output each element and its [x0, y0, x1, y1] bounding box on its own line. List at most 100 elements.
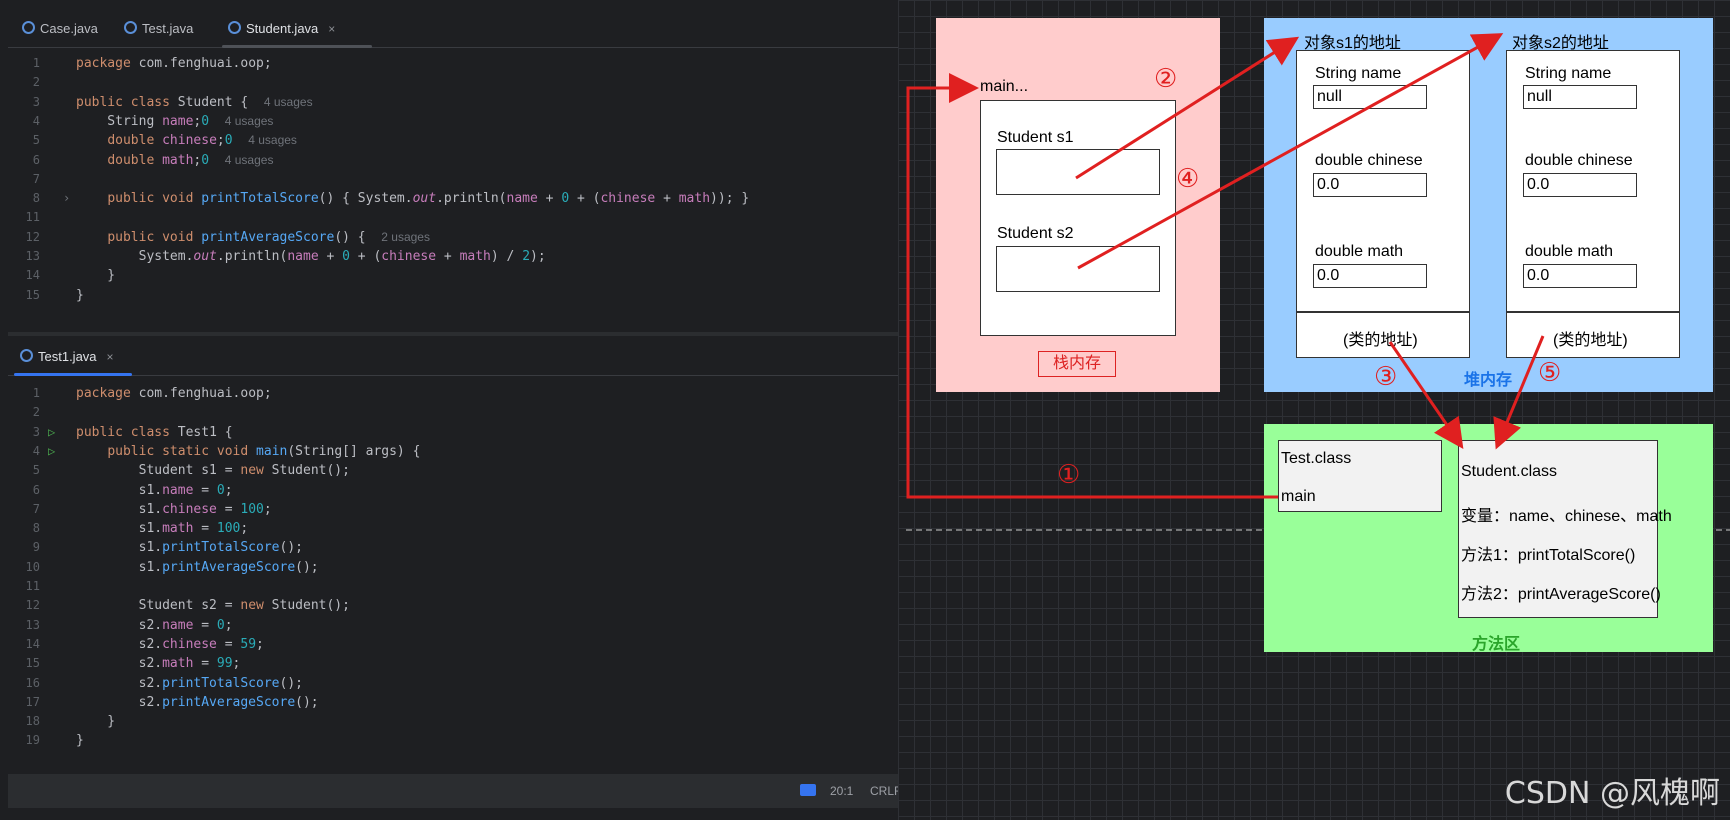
line-number[interactable]: 7: [8, 169, 40, 190]
line-number[interactable]: 13: [8, 615, 40, 636]
code-text[interactable]: public static void main(String[] args) {: [76, 441, 420, 462]
line-number[interactable]: 12: [8, 595, 40, 616]
code-text[interactable]: s2.printAverageScore();: [76, 692, 319, 713]
line-number[interactable]: 4: [8, 441, 40, 462]
run-icon[interactable]: ▷: [48, 441, 55, 462]
usages-hint[interactable]: 4 usages: [264, 95, 313, 109]
code-line[interactable]: 2: [8, 402, 898, 423]
code-text[interactable]: s2.name = 0;: [76, 615, 233, 636]
close-icon[interactable]: ×: [328, 22, 335, 36]
line-number[interactable]: 14: [8, 634, 40, 655]
code-line[interactable]: 15 s2.math = 99;: [8, 653, 898, 674]
code-line[interactable]: 3 public class Student { 4 usages: [8, 92, 898, 113]
usages-hint[interactable]: 4 usages: [225, 114, 274, 128]
run-icon[interactable]: ▷: [48, 422, 55, 443]
line-number[interactable]: 14: [8, 265, 40, 286]
code-text[interactable]: s2.printTotalScore();: [76, 673, 303, 694]
code-line[interactable]: 3 ▷ public class Test1 {: [8, 422, 898, 443]
code-text[interactable]: s2.math = 99;: [76, 653, 240, 674]
code-line[interactable]: 12 Student s2 = new Student();: [8, 595, 898, 616]
code-line[interactable]: 9 s1.printTotalScore();: [8, 537, 898, 558]
code-line[interactable]: 4 ▷ public static void main(String[] args…: [8, 441, 898, 462]
code-text[interactable]: package com.fenghuai.oop;: [76, 383, 272, 404]
code-text[interactable]: public class Test1 {: [76, 422, 233, 443]
code-text[interactable]: }: [76, 711, 115, 732]
code-text[interactable]: s1.printAverageScore();: [76, 557, 319, 578]
line-number[interactable]: 11: [8, 207, 40, 228]
line-number[interactable]: 2: [8, 402, 40, 423]
code-text[interactable]: package com.fenghuai.oop;: [76, 53, 272, 74]
line-number[interactable]: 8: [8, 518, 40, 539]
code-line[interactable]: 19}: [8, 730, 898, 751]
code-line[interactable]: 6 double math;0 4 usages: [8, 150, 898, 171]
line-number[interactable]: 10: [8, 557, 40, 578]
test1-code-pane[interactable]: 1 package com.fenghuai.oop; 2 3 ▷ public clas…: [8, 380, 898, 780]
code-line[interactable]: 10 s1.printAverageScore();: [8, 557, 898, 578]
code-text[interactable]: s1.chinese = 100;: [76, 499, 272, 520]
code-text[interactable]: double chinese;0 4 usages: [76, 130, 297, 151]
code-line[interactable]: 11: [8, 576, 898, 597]
code-line[interactable]: 15}: [8, 285, 898, 306]
line-number[interactable]: 9: [8, 537, 40, 558]
code-line[interactable]: 13 System.out.println(name + 0 + (chine…: [8, 246, 898, 267]
line-number[interactable]: 3: [8, 92, 40, 113]
line-number[interactable]: 15: [8, 285, 40, 306]
code-line[interactable]: 2: [8, 72, 898, 93]
fold-icon[interactable]: ›: [63, 188, 70, 209]
code-text[interactable]: public void printAverageScore() { 2 usag…: [76, 227, 430, 248]
close-icon[interactable]: ×: [107, 350, 114, 364]
line-number[interactable]: 17: [8, 692, 40, 713]
code-text[interactable]: double math;0 4 usages: [76, 150, 273, 171]
code-line[interactable]: 8 › public void printTotalScore() { Syste…: [8, 188, 898, 209]
code-text[interactable]: s2.chinese = 59;: [76, 634, 264, 655]
code-text[interactable]: }: [76, 285, 84, 306]
code-line[interactable]: 16 s2.printTotalScore();: [8, 673, 898, 694]
line-number[interactable]: 1: [8, 383, 40, 404]
cursor-position[interactable]: 20:1: [830, 784, 853, 798]
line-number[interactable]: 18: [8, 711, 40, 732]
line-number[interactable]: 7: [8, 499, 40, 520]
usages-hint[interactable]: 4 usages: [248, 133, 297, 147]
tab-test-java[interactable]: Test.java: [118, 8, 193, 48]
usages-hint[interactable]: 4 usages: [225, 153, 274, 167]
git-icon[interactable]: [800, 784, 816, 796]
line-number[interactable]: 6: [8, 480, 40, 501]
line-number[interactable]: 3: [8, 422, 40, 443]
line-number[interactable]: 16: [8, 673, 40, 694]
code-line[interactable]: 5 Student s1 = new Student();: [8, 460, 898, 481]
code-line[interactable]: 7 s1.chinese = 100;: [8, 499, 898, 520]
line-number[interactable]: 1: [8, 53, 40, 74]
code-line[interactable]: 4 String name;0 4 usages: [8, 111, 898, 132]
line-separator[interactable]: CRLF: [870, 784, 898, 798]
line-number[interactable]: 15: [8, 653, 40, 674]
line-number[interactable]: 5: [8, 460, 40, 481]
line-number[interactable]: 5: [8, 130, 40, 151]
tab-test1-java[interactable]: Test1.java ×: [14, 336, 132, 376]
usages-hint[interactable]: 2 usages: [381, 230, 430, 244]
code-line[interactable]: 1 package com.fenghuai.oop;: [8, 383, 898, 404]
code-text[interactable]: Student s1 = new Student();: [76, 460, 350, 481]
code-line[interactable]: 14 s2.chinese = 59;: [8, 634, 898, 655]
code-line[interactable]: 1 package com.fenghuai.oop;: [8, 53, 898, 74]
code-line[interactable]: 12 public void printAverageScore() { 2 u…: [8, 227, 898, 248]
code-text[interactable]: System.out.println(name + 0 + (chinese …: [76, 246, 546, 267]
code-text[interactable]: Student s2 = new Student();: [76, 595, 350, 616]
line-number[interactable]: 12: [8, 227, 40, 248]
code-text[interactable]: s1.name = 0;: [76, 480, 233, 501]
student-code-pane[interactable]: 1 package com.fenghuai.oop; 2 3 public class…: [8, 50, 898, 332]
line-number[interactable]: 13: [8, 246, 40, 267]
code-line[interactable]: 6 s1.name = 0;: [8, 480, 898, 501]
code-text[interactable]: }: [76, 730, 84, 751]
code-text[interactable]: String name;0 4 usages: [76, 111, 273, 132]
line-number[interactable]: 6: [8, 150, 40, 171]
code-line[interactable]: 13 s2.name = 0;: [8, 615, 898, 636]
code-text[interactable]: s1.math = 100;: [76, 518, 248, 539]
code-line[interactable]: 11: [8, 207, 898, 228]
code-line[interactable]: 14 }: [8, 265, 898, 286]
tab-case-java[interactable]: Case.java: [16, 8, 98, 48]
code-text[interactable]: public class Student { 4 usages: [76, 92, 313, 113]
code-text[interactable]: }: [76, 265, 115, 286]
code-line[interactable]: 18 }: [8, 711, 898, 732]
code-line[interactable]: 5 double chinese;0 4 usages: [8, 130, 898, 151]
line-number[interactable]: 8: [8, 188, 40, 209]
